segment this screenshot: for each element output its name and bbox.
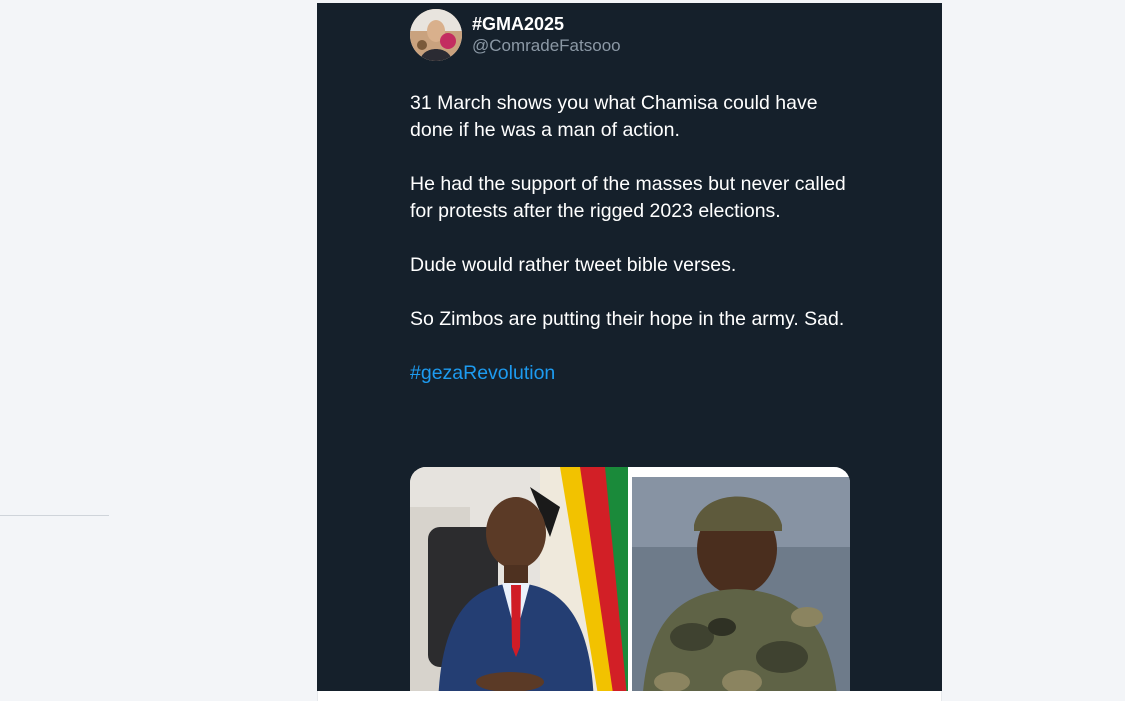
- tweet-paragraph: Dude would rather tweet bible verses.: [410, 254, 737, 276]
- hashtag-link[interactable]: #gezaRevolution: [410, 360, 850, 387]
- user-handle[interactable]: @ComradeFatsooo: [472, 35, 621, 57]
- tweet-paragraph: 31 March shows you what Chamisa could ha…: [410, 92, 818, 141]
- sidebar-divider: [0, 515, 109, 516]
- photo-left[interactable]: [410, 467, 628, 691]
- photo-military-man: [632, 467, 850, 691]
- tweet-media[interactable]: [410, 467, 850, 691]
- card-footer: [317, 691, 942, 701]
- tweet-author[interactable]: #GMA2025 @ComradeFatsooo: [410, 9, 621, 61]
- photo-suited-man: [410, 467, 628, 691]
- avatar[interactable]: [410, 9, 462, 61]
- tweet-card[interactable]: #GMA2025 @ComradeFatsooo 31 March shows …: [317, 3, 942, 691]
- tweet-body: 31 March shows you what Chamisa could ha…: [410, 90, 850, 414]
- avatar-image: [410, 9, 462, 61]
- tweet-paragraph: So Zimbos are putting their hope in the …: [410, 308, 845, 330]
- tweet-paragraph: He had the support of the masses but nev…: [410, 173, 846, 222]
- photo-right[interactable]: [632, 467, 850, 691]
- display-name[interactable]: #GMA2025: [472, 13, 621, 35]
